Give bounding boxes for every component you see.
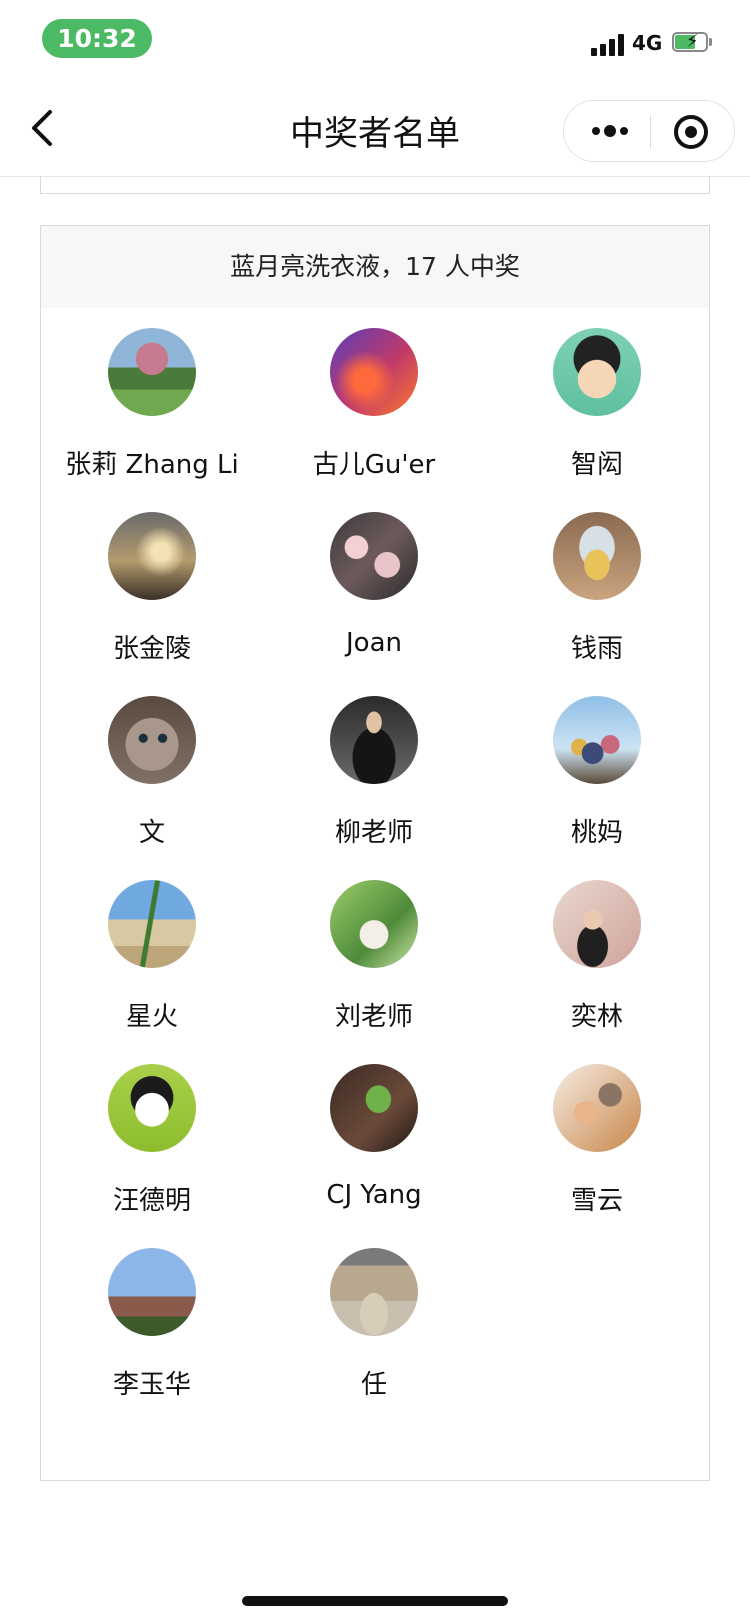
winner-name: 任 (360, 1370, 387, 1400)
winner-item[interactable]: 雪云 (486, 1064, 708, 1254)
avatar[interactable] (330, 512, 418, 600)
winner-name: 刘老师 (334, 1002, 413, 1032)
winner-name: 文 (138, 818, 165, 848)
winner-name: 张莉 Zhang Li (65, 450, 239, 480)
avatar[interactable] (108, 1248, 196, 1336)
battery-charging-icon: ⚡ (672, 31, 712, 54)
previous-card-bottom (40, 176, 710, 194)
winner-name: 汪德明 (112, 1186, 191, 1216)
winner-name: 钱雨 (570, 634, 623, 664)
avatar[interactable] (108, 512, 196, 600)
close-miniprogram-icon[interactable] (672, 113, 710, 151)
avatar[interactable] (108, 328, 196, 416)
winner-item[interactable]: 任 (263, 1248, 485, 1438)
winner-item[interactable]: 汪德明 (41, 1064, 263, 1254)
winner-item[interactable]: 星火 (41, 880, 263, 1070)
avatar[interactable] (108, 1064, 196, 1152)
capsule-divider (650, 115, 651, 149)
status-bar: 10:32 4G ⚡ (0, 0, 750, 82)
winner-item[interactable]: 文 (41, 696, 263, 886)
winner-item[interactable]: 古儿Gu'er (263, 328, 485, 518)
winner-item[interactable]: 智闳 (486, 328, 708, 518)
winner-name: 李玉华 (112, 1370, 191, 1400)
nav-bar: 中奖者名单 (0, 82, 750, 177)
winner-item[interactable]: 桃妈 (486, 696, 708, 886)
winner-item[interactable]: 刘老师 (263, 880, 485, 1070)
winner-item[interactable]: 张莉 Zhang Li (41, 328, 263, 518)
prize-header: 蓝月亮洗衣液，17 人中奖 (41, 226, 709, 308)
status-time: 10:32 (42, 19, 152, 58)
winner-item[interactable]: 钱雨 (486, 512, 708, 702)
avatar[interactable] (553, 696, 641, 784)
winner-name: 古儿Gu'er (312, 450, 436, 480)
winner-name: 奕林 (570, 1002, 623, 1032)
winner-item[interactable]: 柳老师 (263, 696, 485, 886)
avatar[interactable] (108, 880, 196, 968)
miniprogram-capsule (563, 100, 735, 162)
winner-name: 张金陵 (112, 634, 191, 664)
winner-name: 桃妈 (570, 818, 623, 848)
avatar[interactable] (108, 696, 196, 784)
winner-name: 雪云 (570, 1186, 623, 1216)
avatar[interactable] (330, 880, 418, 968)
winner-item[interactable]: 张金陵 (41, 512, 263, 702)
winner-name: 柳老师 (334, 818, 413, 848)
avatar[interactable] (553, 328, 641, 416)
winners-card: 蓝月亮洗衣液，17 人中奖 张莉 Zhang Li 古儿Gu'er 智闳张金陵 Joa… (40, 225, 710, 1481)
avatar[interactable] (553, 880, 641, 968)
avatar[interactable] (553, 1064, 641, 1152)
winner-name: 智闳 (570, 450, 623, 480)
network-type: 4G (632, 31, 663, 55)
avatar[interactable] (330, 696, 418, 784)
winner-name: 星火 (125, 1002, 178, 1032)
winner-item[interactable]: CJ Yang (263, 1064, 485, 1254)
avatar[interactable] (330, 1248, 418, 1336)
cellular-signal-icon (591, 34, 625, 56)
avatar[interactable] (330, 1064, 418, 1152)
winner-name: CJ Yang (326, 1180, 422, 1210)
avatar[interactable] (553, 512, 641, 600)
avatar[interactable] (330, 328, 418, 416)
more-dots-icon[interactable] (588, 118, 632, 144)
winner-name: Joan (346, 628, 402, 658)
winner-item[interactable]: Joan (263, 512, 485, 702)
winner-item[interactable]: 奕林 (486, 880, 708, 1070)
home-indicator (242, 1596, 508, 1606)
winner-item[interactable]: 李玉华 (41, 1248, 263, 1438)
